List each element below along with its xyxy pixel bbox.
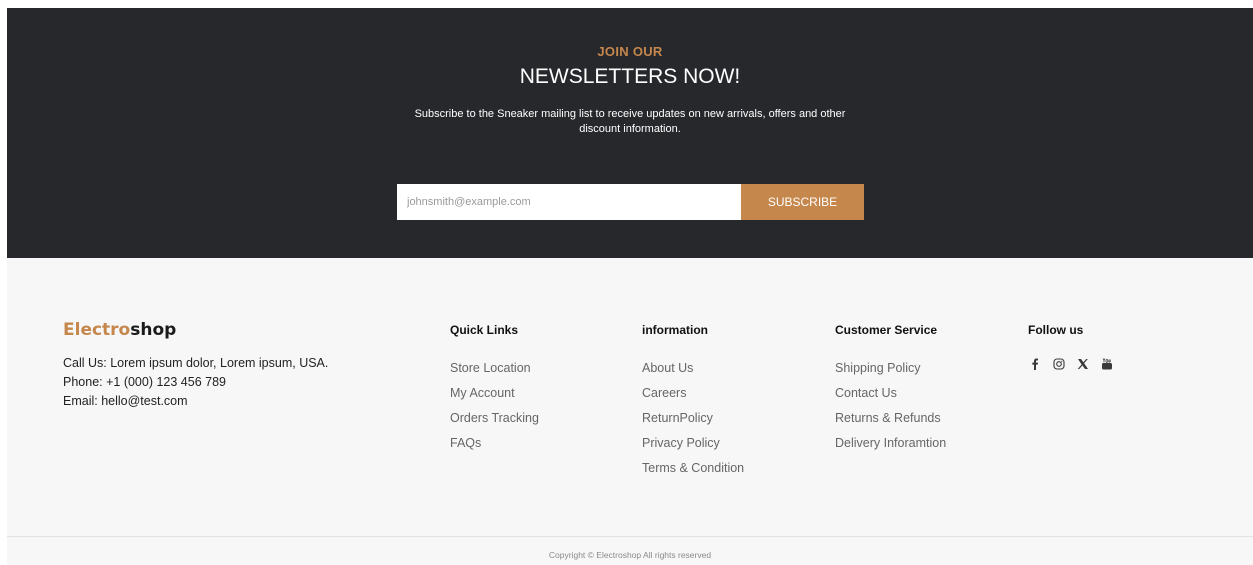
newsletter-form: SUBSCRIBE bbox=[397, 184, 864, 220]
link-careers[interactable]: Careers bbox=[642, 381, 744, 406]
contact-phone: Phone: +1 (000) 123 456 789 bbox=[63, 375, 226, 389]
email-input[interactable] bbox=[397, 184, 741, 220]
brand-logo-accent: Electro bbox=[63, 320, 131, 340]
footer-divider bbox=[7, 536, 1253, 537]
follow-us-column: Follow us bbox=[1028, 320, 1114, 371]
link-return-policy[interactable]: ReturnPolicy bbox=[642, 406, 744, 431]
instagram-icon[interactable] bbox=[1052, 357, 1066, 371]
newsletter-title: NEWSLETTERS NOW! bbox=[519, 65, 741, 88]
social-links bbox=[1028, 357, 1114, 371]
x-icon[interactable] bbox=[1076, 357, 1090, 371]
link-faqs[interactable]: FAQs bbox=[450, 431, 539, 456]
link-contact-us[interactable]: Contact Us bbox=[835, 381, 946, 406]
contact-info: Call Us: Lorem ipsum dolor, Lorem ipsum,… bbox=[63, 354, 383, 411]
youtube-icon[interactable] bbox=[1100, 357, 1114, 371]
quick-links-column: Quick Links Store Location My Account Or… bbox=[450, 320, 539, 456]
information-heading: information bbox=[642, 323, 708, 337]
facebook-icon[interactable] bbox=[1028, 357, 1042, 371]
newsletter-description: Subscribe to the Sneaker mailing list to… bbox=[414, 108, 846, 135]
contact-email: Email: hello@test.com bbox=[63, 394, 188, 408]
newsletter-section: JOIN OUR NEWSLETTERS NOW! Subscribe to t… bbox=[7, 8, 1253, 258]
brand-logo[interactable]: Electroshop bbox=[63, 320, 176, 340]
link-terms-condition[interactable]: Terms & Condition bbox=[642, 456, 744, 481]
information-column: information About Us Careers ReturnPolic… bbox=[642, 320, 744, 481]
link-orders-tracking[interactable]: Orders Tracking bbox=[450, 406, 539, 431]
newsletter-kicker: JOIN OUR bbox=[597, 44, 663, 59]
brand-logo-rest: shop bbox=[130, 320, 177, 340]
customer-service-heading: Customer Service bbox=[835, 323, 938, 337]
link-delivery-information[interactable]: Delivery Inforamtion bbox=[835, 431, 946, 456]
site-footer: Electroshop Call Us: Lorem ipsum dolor, … bbox=[7, 258, 1253, 565]
customer-service-column: Customer Service Shipping Policy Contact… bbox=[835, 320, 946, 456]
contact-address: Call Us: Lorem ipsum dolor, Lorem ipsum,… bbox=[63, 356, 329, 370]
follow-us-heading: Follow us bbox=[1028, 323, 1084, 337]
quick-links-heading: Quick Links bbox=[450, 323, 519, 337]
copyright-text: Copyright © Electroshop All rights reser… bbox=[548, 550, 712, 560]
subscribe-button[interactable]: SUBSCRIBE bbox=[741, 184, 864, 220]
link-returns-refunds[interactable]: Returns & Refunds bbox=[835, 406, 946, 431]
link-privacy-policy[interactable]: Privacy Policy bbox=[642, 431, 744, 456]
link-about-us[interactable]: About Us bbox=[642, 356, 744, 381]
page-frame: JOIN OUR NEWSLETTERS NOW! Subscribe to t… bbox=[7, 8, 1253, 565]
link-shipping-policy[interactable]: Shipping Policy bbox=[835, 356, 946, 381]
link-store-location[interactable]: Store Location bbox=[450, 356, 539, 381]
link-my-account[interactable]: My Account bbox=[450, 381, 539, 406]
